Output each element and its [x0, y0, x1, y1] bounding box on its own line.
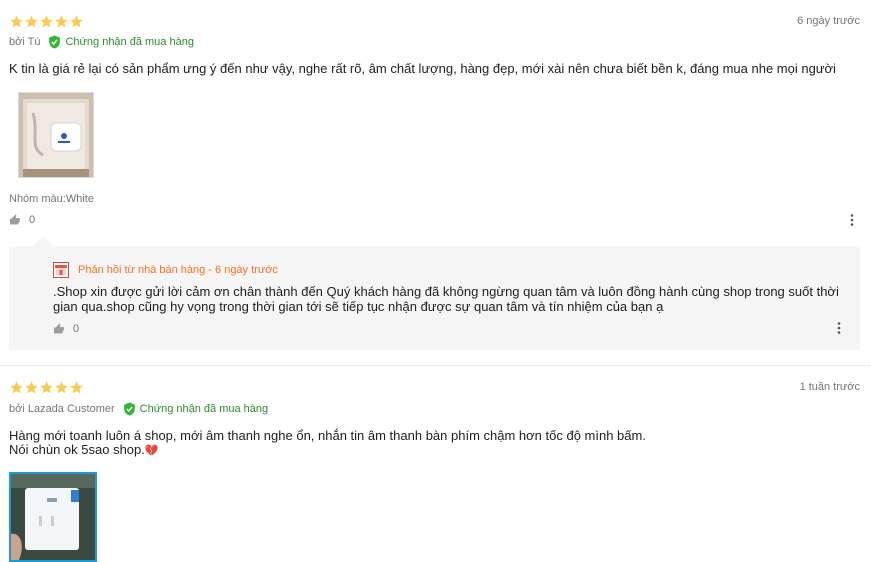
- review-photo-thumbnail[interactable]: [9, 472, 97, 562]
- review-content-line: Nói chùn ok 5sao shop.💔: [9, 443, 646, 458]
- review-byline: bởi Lazada Customer Chứng nhận đã mua hà…: [9, 402, 268, 416]
- review-content: K tin là giá rẻ lại có sản phẩm ưng ý đế…: [9, 61, 836, 76]
- star-icon: [25, 381, 38, 394]
- like-button[interactable]: 0: [9, 214, 35, 226]
- star-icon: [25, 15, 38, 28]
- verified-purchase-badge: Chứng nhận đã mua hàng: [48, 35, 194, 49]
- product-variant: Nhóm màu:White: [9, 193, 94, 205]
- review-photo: [19, 93, 93, 177]
- seller-reply: Phản hồi từ nhà bán hàng - 6 ngày trước …: [9, 246, 860, 350]
- review-author: bởi Tú: [9, 36, 41, 48]
- seller-reply-title: Phản hồi từ nhà bán hàng - 6 ngày trước: [78, 264, 278, 276]
- seller-reply-text: .Shop xin được gửi lời cảm ơn chân thành…: [53, 284, 839, 314]
- review-date: 1 tuần trước: [799, 381, 860, 393]
- seller-reply-header: Phản hồi từ nhà bán hàng - 6 ngày trước: [53, 262, 278, 278]
- verified-label: Chứng nhận đã mua hàng: [65, 36, 194, 48]
- verified-purchase-badge: Chứng nhận đã mua hàng: [123, 402, 268, 416]
- thumbs-up-icon: [54, 323, 64, 334]
- star-icon: [55, 15, 68, 28]
- star-icon: [70, 15, 83, 28]
- reply-pointer: [33, 236, 53, 246]
- like-count: 0: [29, 214, 36, 226]
- review-divider: [0, 365, 871, 366]
- review-photo-thumbnail[interactable]: [18, 92, 94, 178]
- review-photo: [11, 474, 95, 560]
- review-content-text: Nói chùn ok 5sao shop.: [9, 442, 145, 457]
- rating-stars: [9, 14, 84, 29]
- more-vertical-icon[interactable]: [837, 322, 841, 334]
- star-icon: [70, 381, 83, 394]
- star-icon: [10, 381, 23, 394]
- star-icon: [55, 381, 68, 394]
- verified-label: Chứng nhận đã mua hàng: [139, 403, 269, 415]
- verified-shield-icon: [49, 35, 61, 49]
- broken-heart-emoji: 💔: [144, 445, 159, 457]
- more-vertical-icon[interactable]: [850, 214, 854, 226]
- review-content-line: Hàng mới toanh luôn á shop, mới âm thanh…: [9, 428, 646, 443]
- review-date: 6 ngày trước: [797, 15, 860, 27]
- review-content: Hàng mới toanh luôn á shop, mới âm thanh…: [9, 429, 646, 458]
- reply-like-count: 0: [73, 323, 80, 335]
- review-byline: bởi Tú Chứng nhận đã mua hàng: [9, 35, 194, 49]
- star-icon: [10, 15, 23, 28]
- reply-like-button[interactable]: 0: [53, 323, 79, 335]
- rating-stars: [9, 380, 84, 395]
- review-author: bởi Lazada Customer: [9, 403, 115, 415]
- verified-shield-icon: [123, 402, 135, 416]
- shop-icon: [53, 262, 69, 278]
- thumbs-up-icon: [10, 214, 20, 225]
- star-icon: [40, 15, 53, 28]
- star-icon: [40, 381, 53, 394]
